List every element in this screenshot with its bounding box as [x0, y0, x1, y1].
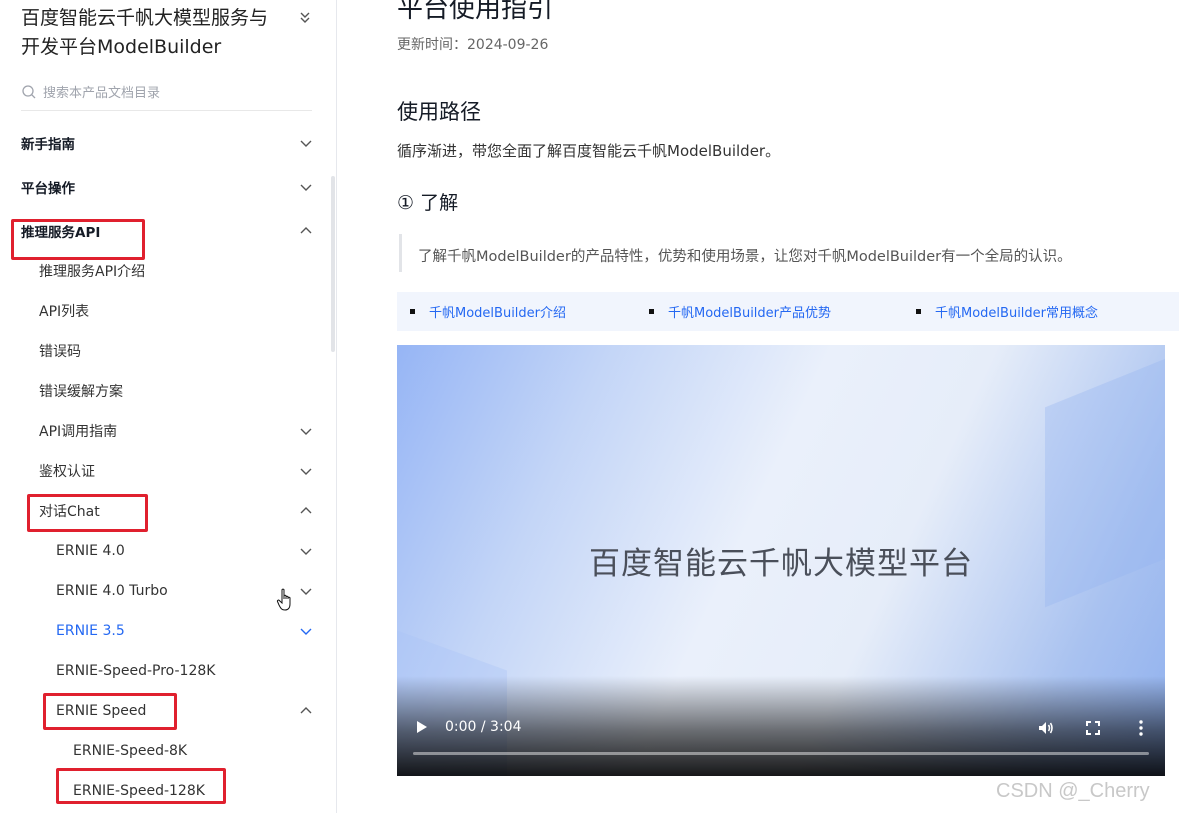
page-title: 平台使用指引 — [397, 0, 554, 24]
sidebar-item-ernie-3-5[interactable]: ERNIE 3.5 — [56, 611, 125, 651]
more-options-icon[interactable] — [1137, 719, 1145, 737]
sidebar: 百度智能云千帆大模型服务与开发平台ModelBuilder 新手指南 平台操作 … — [0, 0, 337, 813]
sidebar-item-label: ERNIE 3.5 — [56, 623, 125, 639]
sidebar-item-label: 错误缓解方案 — [39, 384, 123, 400]
sidebar-item-auth[interactable]: 鉴权认证 — [39, 451, 95, 491]
sidebar-item-label: API列表 — [39, 304, 90, 320]
search-icon — [21, 84, 37, 100]
sidebar-item-label: ERNIE-Speed-8K — [73, 743, 188, 759]
bullet-icon — [916, 309, 921, 314]
video-time: 0:00 / 3:04 — [445, 719, 522, 735]
sidebar-item-ernie-4-turbo[interactable]: ERNIE 4.0 Turbo — [56, 571, 168, 611]
sidebar-item-label: 新手指南 — [21, 137, 75, 153]
link-concepts[interactable]: 千帆ModelBuilder常用概念 — [916, 292, 1098, 331]
link-label: 千帆ModelBuilder产品优势 — [668, 306, 832, 321]
video-title: 百度智能云千帆大模型平台 — [589, 546, 973, 582]
sidebar-item-label: 鉴权认证 — [39, 464, 95, 480]
step-title: ① 了解 — [397, 192, 459, 214]
quote-text: 了解千帆ModelBuilder的产品特性，优势和使用场景，让您对千帆Model… — [418, 249, 1072, 265]
links-bar: 千帆ModelBuilder介绍 千帆ModelBuilder产品优势 千帆Mo… — [397, 292, 1179, 331]
main-content: 平台使用指引 更新时间：2024-09-26 使用路径 循序渐进，带您全面了解百… — [337, 0, 1179, 813]
blockquote: 了解千帆ModelBuilder的产品特性，优势和使用场景，让您对千帆Model… — [399, 234, 1179, 272]
sidebar-item-error-codes[interactable]: 错误码 — [39, 331, 81, 371]
watermark: CSDN @_Cherry — [996, 780, 1150, 802]
bullet-icon — [410, 309, 415, 314]
sidebar-item-ernie-4[interactable]: ERNIE 4.0 — [56, 531, 125, 571]
link-intro[interactable]: 千帆ModelBuilder介绍 — [410, 292, 566, 331]
chevron-down-icon[interactable] — [300, 625, 312, 637]
chevron-down-icon[interactable] — [300, 465, 312, 477]
sidebar-item-api-guide[interactable]: API调用指南 — [39, 411, 117, 451]
sidebar-search — [21, 78, 312, 111]
search-input[interactable] — [43, 82, 303, 104]
sidebar-item-label: API调用指南 — [39, 424, 118, 440]
link-label: 千帆ModelBuilder介绍 — [429, 306, 567, 321]
chevron-up-icon[interactable] — [300, 505, 312, 517]
sidebar-item-label: 错误码 — [39, 344, 81, 360]
chevron-down-icon[interactable] — [300, 137, 312, 149]
sidebar-item-label: ERNIE-Speed-Pro-128K — [56, 663, 216, 679]
chevrons-collapse-icon[interactable] — [297, 10, 313, 26]
sidebar-item-label: 对话Chat — [39, 504, 100, 520]
sidebar-item-ernie-speed[interactable]: ERNIE Speed — [56, 691, 146, 731]
sidebar-item-label: 推理服务API介绍 — [39, 264, 146, 280]
sidebar-scrollbar[interactable] — [331, 176, 335, 352]
sidebar-item-label: 推理服务API — [21, 225, 101, 241]
volume-icon[interactable] — [1037, 719, 1055, 737]
sidebar-item-ernie-speed-128k[interactable]: ERNIE-Speed-128K — [73, 771, 205, 811]
chevron-down-icon[interactable] — [300, 425, 312, 437]
intro-text: 循序渐进，带您全面了解百度智能云千帆ModelBuilder。 — [397, 142, 781, 160]
doc-title: 百度智能云千帆大模型服务与开发平台ModelBuilder — [21, 7, 269, 58]
hand-cursor-icon — [276, 588, 296, 612]
sidebar-item-platform-ops[interactable]: 平台操作 — [21, 167, 75, 207]
sidebar-item-api-list[interactable]: API列表 — [39, 291, 89, 331]
chevron-down-icon[interactable] — [300, 181, 312, 193]
sidebar-item-ernie-speed-pro-128k[interactable]: ERNIE-Speed-Pro-128K — [56, 651, 215, 691]
section-title: 使用路径 — [397, 100, 481, 124]
sidebar-item-label: 平台操作 — [21, 181, 75, 197]
sidebar-item-ernie-speed-8k[interactable]: ERNIE-Speed-8K — [73, 731, 187, 771]
sidebar-item-label: ERNIE-Speed-128K — [73, 783, 205, 799]
chevron-up-icon[interactable] — [300, 705, 312, 717]
chevron-down-icon[interactable] — [300, 585, 312, 597]
fullscreen-icon[interactable] — [1085, 720, 1101, 736]
update-time: 更新时间：2024-09-26 — [397, 37, 549, 53]
video-progress-bar[interactable] — [413, 752, 1149, 755]
sidebar-item-label: ERNIE 4.0 — [56, 543, 125, 559]
sidebar-item-getting-started[interactable]: 新手指南 — [21, 123, 75, 163]
video-player[interactable]: 百度智能云千帆大模型平台 0:00 / 3:04 — [397, 345, 1165, 776]
link-label: 千帆ModelBuilder常用概念 — [935, 306, 1099, 321]
sidebar-item-api-intro[interactable]: 推理服务API介绍 — [39, 251, 145, 291]
bullet-icon — [649, 309, 654, 314]
link-advantages[interactable]: 千帆ModelBuilder产品优势 — [649, 292, 831, 331]
sidebar-item-error-mitigation[interactable]: 错误缓解方案 — [39, 371, 123, 411]
sidebar-item-inference-api[interactable]: 推理服务API — [21, 211, 100, 251]
sidebar-item-label: ERNIE Speed — [56, 703, 147, 719]
chevron-up-icon[interactable] — [300, 225, 312, 237]
play-icon[interactable] — [415, 719, 429, 735]
sidebar-item-label: ERNIE 4.0 Turbo — [56, 583, 168, 599]
sidebar-item-chat[interactable]: 对话Chat — [39, 491, 100, 531]
chevron-down-icon[interactable] — [300, 545, 312, 557]
